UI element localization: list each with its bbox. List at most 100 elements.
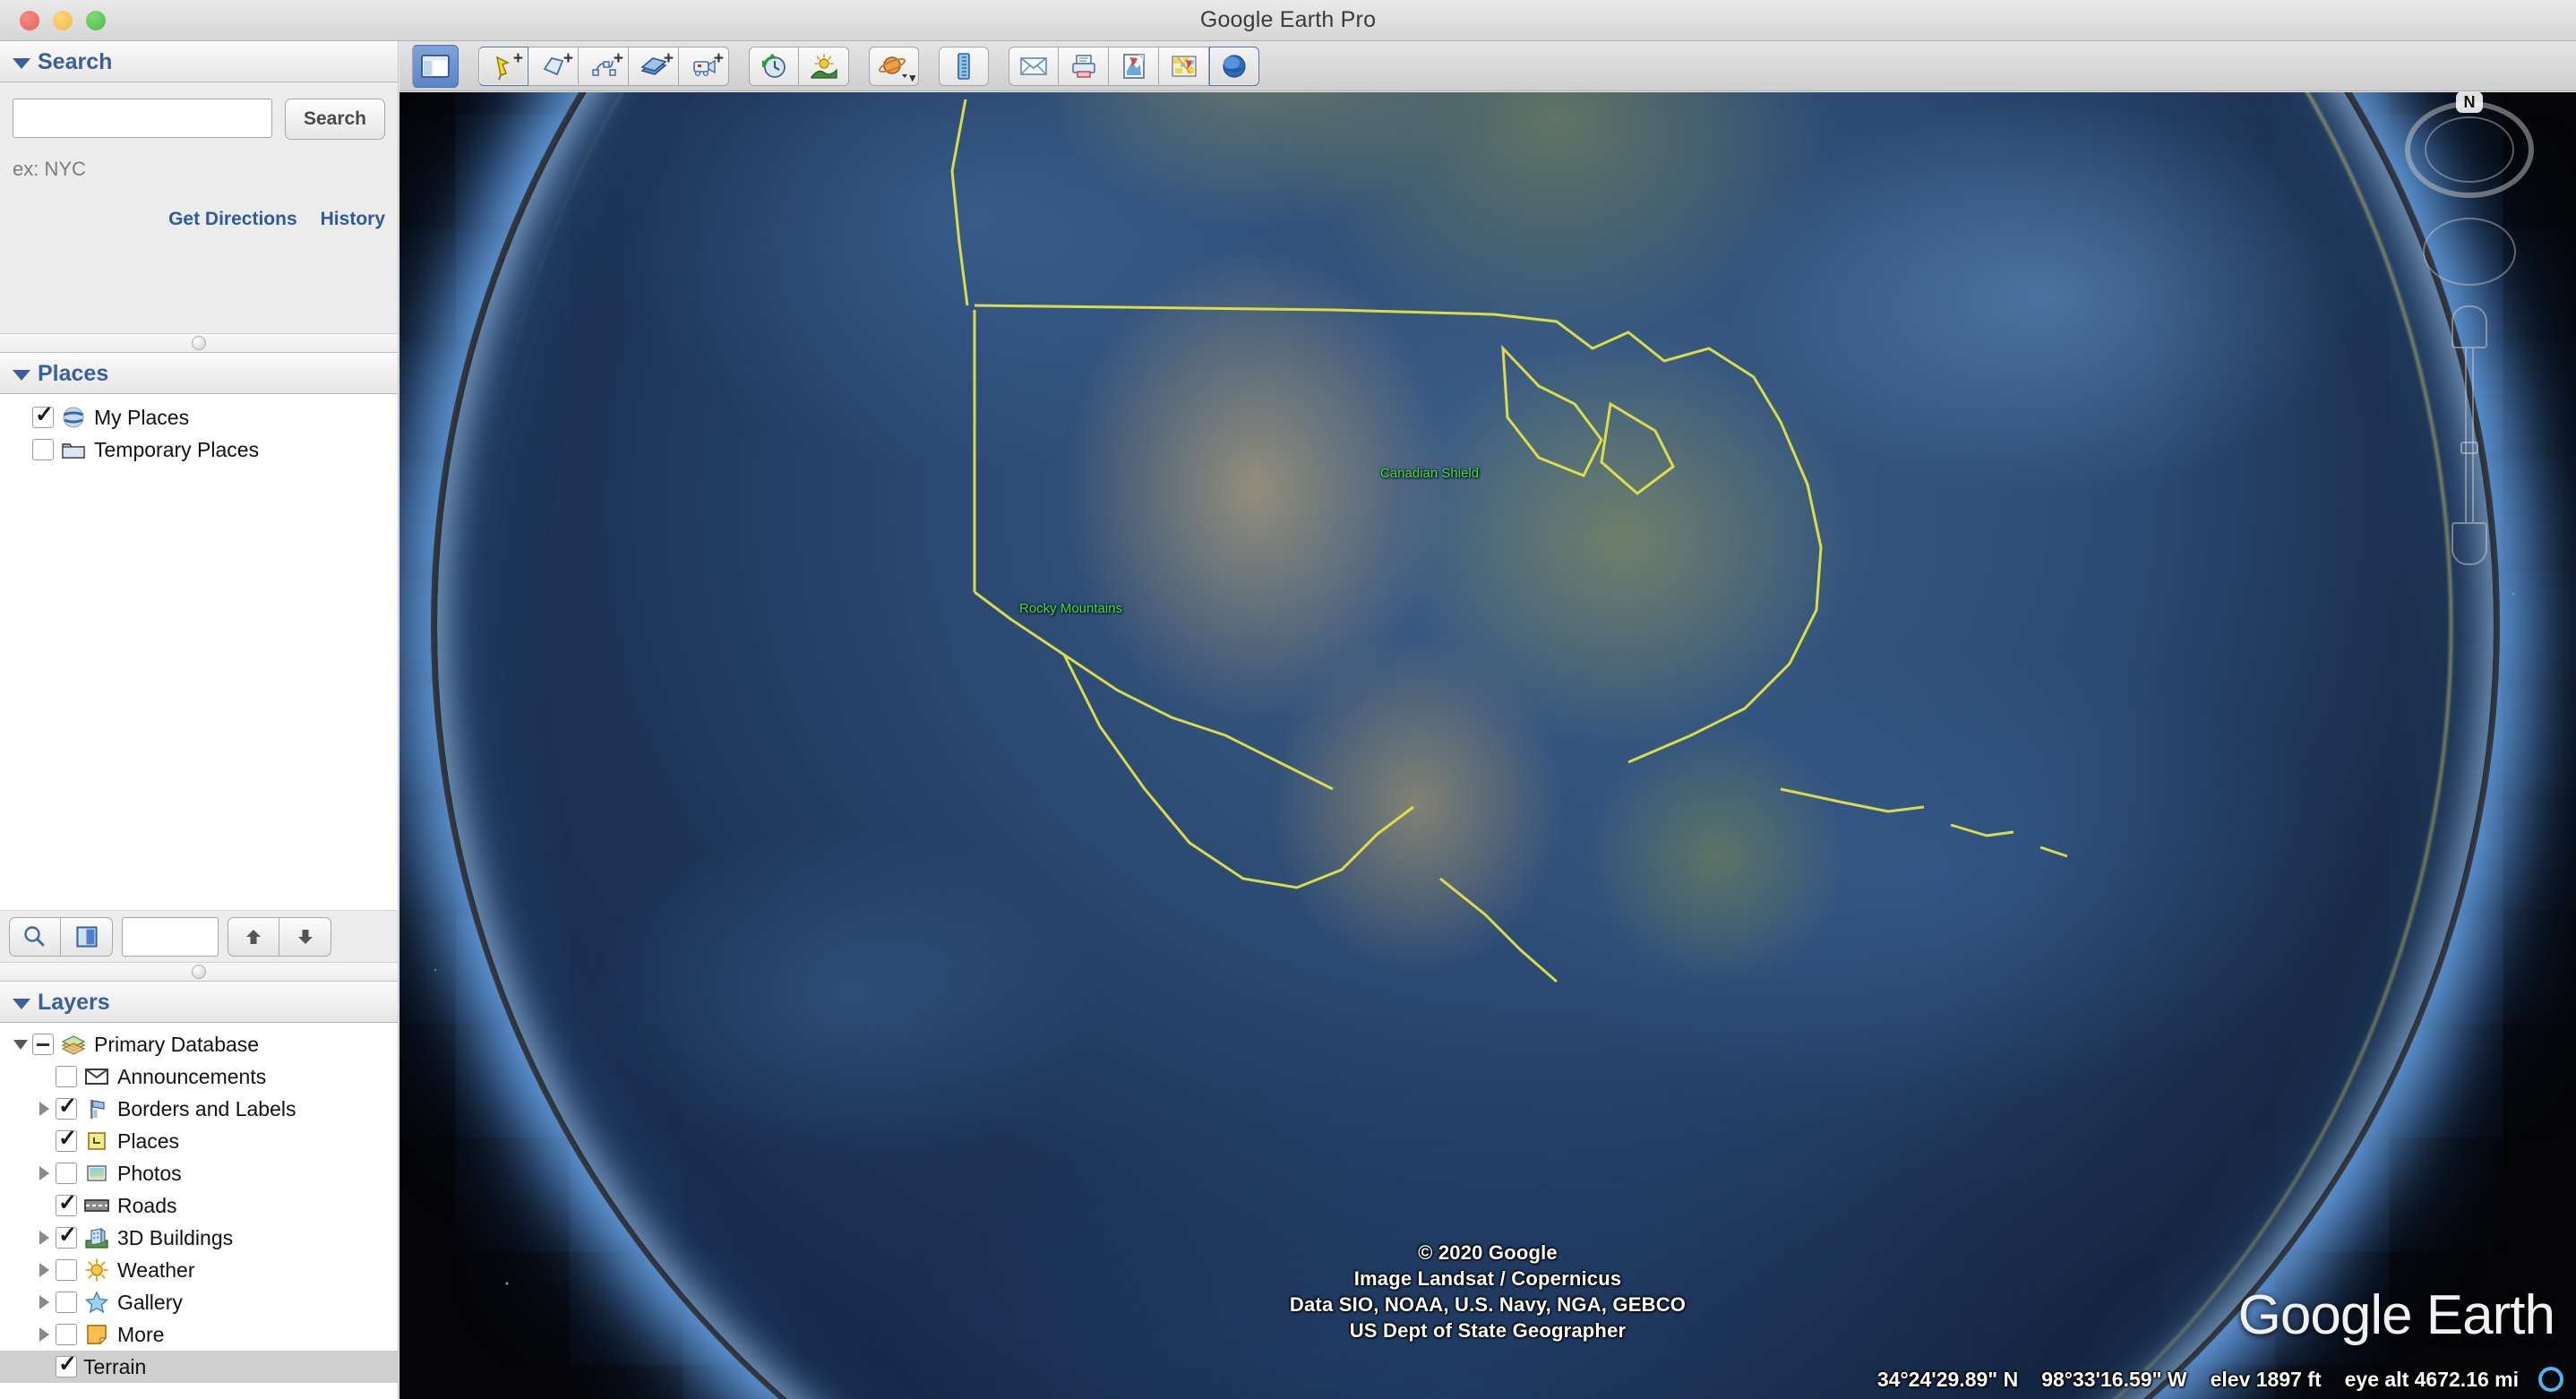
places-filter-field[interactable] bbox=[122, 916, 219, 957]
expand-arrow-icon[interactable] bbox=[32, 1263, 56, 1277]
tree-item-roads[interactable]: Roads bbox=[0, 1189, 398, 1222]
north-indicator[interactable]: N bbox=[2456, 92, 2483, 113]
toolbar-button-planet[interactable]: ▾ bbox=[869, 46, 919, 86]
toolbar-button-tour-record[interactable]: + bbox=[679, 46, 729, 86]
tree-item-temporary-places[interactable]: Temporary Places bbox=[0, 433, 398, 466]
expand-arrow-icon[interactable] bbox=[32, 1327, 56, 1342]
search-places-button[interactable] bbox=[9, 916, 61, 957]
toolbar-button-email[interactable] bbox=[1009, 46, 1059, 86]
chevron-down-icon[interactable] bbox=[13, 369, 30, 381]
toolbar-button-path[interactable]: + bbox=[579, 46, 629, 86]
more-checkbox[interactable] bbox=[56, 1324, 77, 1345]
toolbar-button-sidebar-panel[interactable] bbox=[412, 44, 459, 88]
search-panel-header[interactable]: Search bbox=[0, 41, 398, 82]
tree-item-label: Places bbox=[117, 1129, 180, 1153]
toolbar-button-ruler[interactable] bbox=[939, 46, 989, 86]
add-plus-badge: + bbox=[512, 48, 523, 68]
zoom-slider[interactable] bbox=[2451, 305, 2487, 565]
gallery-checkbox[interactable] bbox=[56, 1292, 77, 1313]
road-icon bbox=[83, 1194, 110, 1217]
toolbar-button-placemark[interactable]: + bbox=[478, 46, 528, 86]
streaming-globe-icon bbox=[2538, 1367, 2563, 1392]
tree-item-places[interactable]: Places bbox=[0, 1125, 398, 1157]
splitter-grip-icon[interactable] bbox=[192, 965, 206, 979]
tree-item-weather[interactable]: Weather bbox=[0, 1254, 398, 1286]
maximize-button[interactable] bbox=[86, 11, 106, 30]
map-label: Rocky Mountains bbox=[1019, 601, 1123, 616]
flag-icon bbox=[83, 1097, 110, 1120]
expand-arrow-icon[interactable] bbox=[32, 1231, 56, 1245]
tree-item-my-places[interactable]: My Places bbox=[0, 401, 398, 433]
toolbar-button-historical-imagery[interactable] bbox=[749, 46, 799, 86]
tree-item-primary-database[interactable]: Primary Database bbox=[0, 1028, 398, 1060]
weather-checkbox[interactable] bbox=[56, 1259, 77, 1281]
search-input[interactable] bbox=[13, 99, 272, 138]
search-button[interactable]: Search bbox=[284, 99, 385, 140]
toggle-overlay-button[interactable] bbox=[61, 916, 113, 957]
history-link[interactable]: History bbox=[321, 209, 385, 230]
borders-and-labels-checkbox[interactable] bbox=[56, 1093, 77, 1120]
3d-buildings-checkbox[interactable] bbox=[56, 1222, 77, 1249]
pan-joystick[interactable] bbox=[2423, 218, 2516, 286]
primary-database-checkbox[interactable] bbox=[32, 1034, 54, 1055]
main-toolbar: + + + + + ▾ bbox=[399, 41, 2576, 91]
announcements-checkbox[interactable] bbox=[56, 1066, 77, 1087]
google-earth-pro-window: Google Earth Pro Search Search ex: NYC G… bbox=[0, 0, 2576, 1399]
photos-checkbox[interactable] bbox=[56, 1163, 77, 1184]
map-status-bar: 34°24'29.89" N 98°33'16.59" W elev 1897 … bbox=[399, 1360, 2576, 1399]
collapse-arrow-icon[interactable] bbox=[9, 1039, 32, 1050]
move-down-button[interactable] bbox=[279, 916, 331, 957]
chevron-down-icon[interactable]: ▾ bbox=[909, 72, 915, 83]
get-directions-link[interactable]: Get Directions bbox=[168, 209, 297, 230]
places-panel-header[interactable]: Places bbox=[0, 353, 398, 394]
close-button[interactable] bbox=[20, 11, 39, 30]
toolbar-button-polygon[interactable]: + bbox=[528, 46, 579, 86]
tree-item-gallery[interactable]: Gallery bbox=[0, 1286, 398, 1318]
attribution-line: Image Landsat / Copernicus bbox=[1353, 1266, 1622, 1290]
zoom-slider-thumb[interactable] bbox=[2460, 442, 2478, 454]
tree-item-announcements[interactable]: Announcements bbox=[0, 1060, 398, 1093]
zoom-slider-track[interactable] bbox=[2465, 348, 2474, 522]
toolbar-button-sunlight[interactable] bbox=[799, 46, 849, 86]
places-panel-title: Places bbox=[38, 360, 109, 386]
temporary-places-checkbox[interactable] bbox=[32, 439, 54, 460]
navigation-controls[interactable]: N bbox=[2402, 92, 2537, 565]
places-layers-splitter[interactable] bbox=[0, 962, 398, 982]
compass-inner-ring[interactable] bbox=[2425, 116, 2514, 183]
chevron-down-icon[interactable] bbox=[13, 57, 30, 69]
expand-arrow-icon[interactable] bbox=[32, 1102, 56, 1116]
tree-item-terrain[interactable]: Terrain bbox=[0, 1351, 398, 1383]
expand-arrow-icon[interactable] bbox=[32, 1166, 56, 1180]
attribution-line: © 2020 Google bbox=[1418, 1240, 1558, 1264]
toolbar-button-view-in-maps[interactable] bbox=[1159, 46, 1209, 86]
move-up-button[interactable] bbox=[228, 916, 279, 957]
places-checkbox[interactable] bbox=[56, 1125, 77, 1152]
toolbar-button-image-overlay[interactable]: + bbox=[629, 46, 679, 86]
photo-icon bbox=[83, 1162, 110, 1185]
tree-item-photos[interactable]: Photos bbox=[0, 1157, 398, 1189]
my-places-checkbox[interactable] bbox=[32, 401, 54, 428]
earth-globe[interactable] bbox=[437, 92, 2494, 1399]
compass-rotate-ring[interactable]: N bbox=[2405, 92, 2534, 198]
zoom-in-button[interactable] bbox=[2451, 305, 2487, 348]
map-viewport[interactable]: Canadian Shield Rocky Mountains © 2020 Go… bbox=[399, 92, 2576, 1399]
toolbar-button-save-image[interactable] bbox=[1109, 46, 1159, 86]
layers-panel-header[interactable]: Layers bbox=[0, 982, 398, 1023]
tree-item-more[interactable]: More bbox=[0, 1318, 398, 1351]
chevron-down-icon[interactable] bbox=[13, 998, 30, 1009]
tree-item-3d-buildings[interactable]: 3D Buildings bbox=[0, 1222, 398, 1254]
terrain-checkbox[interactable] bbox=[56, 1351, 77, 1378]
search-places-splitter[interactable] bbox=[0, 333, 398, 353]
toolbar-group-measure bbox=[939, 46, 989, 86]
toolbar-button-globe[interactable] bbox=[1209, 46, 1259, 86]
envelope-icon bbox=[83, 1065, 110, 1088]
minimize-button[interactable] bbox=[53, 11, 73, 30]
toolbar-button-print[interactable] bbox=[1059, 46, 1109, 86]
tree-item-borders-and-labels[interactable]: Borders and Labels bbox=[0, 1093, 398, 1125]
toolbar-group-planet-switcher: ▾ bbox=[869, 46, 919, 86]
zoom-out-button[interactable] bbox=[2451, 522, 2487, 565]
roads-checkbox[interactable] bbox=[56, 1189, 77, 1216]
splitter-grip-icon[interactable] bbox=[192, 336, 206, 350]
expand-arrow-icon[interactable] bbox=[32, 1295, 56, 1309]
toolbar-group-add-items: + + + + + bbox=[478, 46, 729, 86]
